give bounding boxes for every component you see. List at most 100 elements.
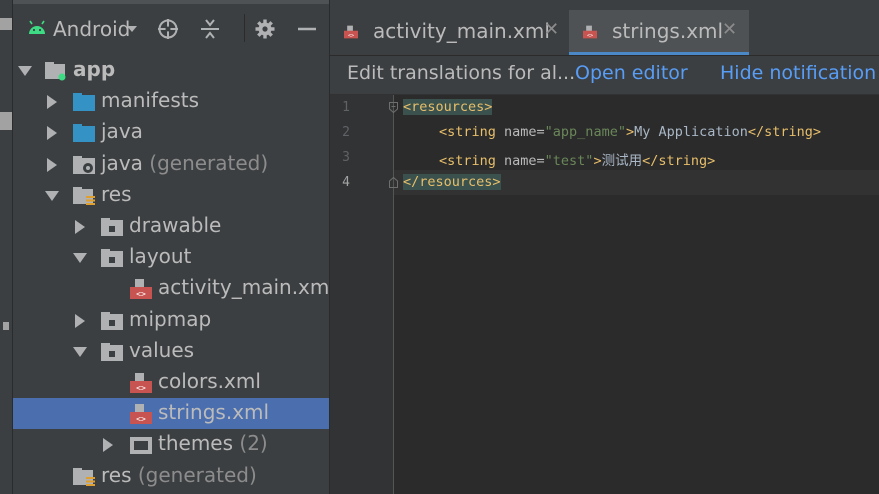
- generated-folder-icon: [73, 155, 95, 174]
- tab-strings[interactable]: <> strings.xml ✕: [569, 10, 749, 55]
- expanded-arrow-icon[interactable]: [73, 345, 87, 359]
- tree-item-name: values: [129, 337, 195, 362]
- tree-item[interactable]: java: [13, 117, 329, 148]
- fold-marker-icon[interactable]: [389, 177, 398, 188]
- minimize-icon[interactable]: [296, 18, 318, 40]
- tree-item[interactable]: <> activity_main.xml: [13, 273, 335, 304]
- code-editor[interactable]: 1 2 3 4 <resources> <string name="app_na…: [330, 95, 879, 494]
- chevron-down-icon[interactable]: [127, 24, 137, 34]
- package-folder-icon: [101, 218, 123, 236]
- collapsed-arrow-icon[interactable]: [45, 126, 59, 141]
- xml-attribute-value: "app_name": [544, 124, 626, 140]
- package-folder-icon: [101, 249, 123, 268]
- tree-item[interactable]: layout: [13, 242, 329, 273]
- tree-item[interactable]: java (generated): [13, 149, 329, 180]
- translation-notification: Edit translations for al... Open editor …: [330, 55, 879, 95]
- tree-item-label: manifests: [101, 88, 199, 112]
- xml-tag: <string: [439, 153, 505, 169]
- toolbar-separator: [244, 14, 245, 42]
- tree-item-label: themes (2): [158, 431, 268, 455]
- tree-item[interactable]: themes (2): [13, 429, 329, 460]
- line-number: 3: [342, 150, 350, 165]
- svg-text:<>: <>: [587, 33, 593, 39]
- collapse-all-icon[interactable]: [199, 18, 221, 40]
- tree-item-suffix: (2): [233, 431, 268, 456]
- hide-notification-link[interactable]: Hide notification: [720, 62, 876, 84]
- collapsed-arrow-icon[interactable]: [45, 157, 59, 172]
- project-view-selector[interactable]: Android: [53, 17, 130, 41]
- tree-item[interactable]: app: [13, 55, 329, 86]
- tree-item-name: strings.xml: [158, 400, 270, 425]
- xml-file-icon: <>: [344, 25, 358, 39]
- tree-item[interactable]: res (generated): [13, 461, 329, 492]
- package-folder-icon: [101, 342, 123, 361]
- resource-manager-tool-tab[interactable]: [3, 322, 9, 330]
- open-editor-link[interactable]: Open editor: [575, 62, 688, 84]
- line-number: 4: [342, 175, 350, 190]
- close-icon[interactable]: ✕: [544, 19, 559, 40]
- tree-item-label: values: [129, 338, 194, 362]
- gear-icon[interactable]: [254, 18, 276, 40]
- xml-tag: >: [625, 124, 635, 140]
- collapsed-arrow-icon[interactable]: [73, 220, 87, 234]
- toolbar-top-border: [13, 0, 329, 4]
- editor-tab-bar: <> activity_main.xml ✕ <> strings.xml ✕: [330, 0, 879, 55]
- tree-item-label: res (generated): [101, 463, 257, 487]
- project-tool-tab[interactable]: [0, 112, 12, 130]
- svg-text:<>: <>: [136, 290, 146, 299]
- fold-marker-icon[interactable]: [389, 102, 398, 113]
- android-icon: [29, 20, 45, 34]
- collapsed-arrow-icon[interactable]: [73, 313, 87, 328]
- expanded-arrow-icon[interactable]: [73, 251, 87, 265]
- expanded-arrow-icon[interactable]: [45, 189, 59, 203]
- tree-item[interactable]: drawable: [13, 211, 329, 242]
- collapsed-arrow-icon[interactable]: [101, 438, 115, 453]
- project-tool-window-icon[interactable]: [0, 18, 12, 30]
- folder-icon: [73, 93, 95, 112]
- crosshair-icon[interactable]: [157, 18, 179, 40]
- tab-activity-main[interactable]: <> activity_main.xml ✕: [330, 10, 568, 55]
- tree-item-label: strings.xml: [158, 400, 269, 424]
- editor-area: <> activity_main.xml ✕ <> strings.xml ✕ …: [330, 0, 879, 494]
- project-pane: Android app manifests java java (generat…: [13, 0, 335, 494]
- line-number: 1: [342, 100, 350, 115]
- left-tool-strip[interactable]: [0, 0, 13, 494]
- tree-item[interactable]: values: [13, 336, 329, 367]
- xml-tag: <string: [439, 124, 505, 140]
- tree-item-label: mipmap: [129, 307, 211, 331]
- svg-text:<>: <>: [348, 33, 354, 39]
- code-line-3: <string name="test">测试用</string>: [439, 149, 715, 169]
- tree-item-name: java: [101, 150, 143, 175]
- tree-item[interactable]: mipmap: [13, 305, 329, 336]
- xml-file-icon: <>: [583, 25, 597, 39]
- tree-item-name: mipmap: [129, 306, 212, 331]
- svg-text:<>: <>: [136, 384, 146, 393]
- xml-file-icon: <>: [130, 404, 152, 425]
- xml-tag: <resources>: [403, 99, 493, 115]
- tree-item-label: java (generated): [101, 151, 268, 175]
- collapsed-arrow-icon[interactable]: [45, 95, 59, 110]
- tree-item-name: drawable: [129, 213, 222, 237]
- tab-label: strings.xml: [612, 19, 724, 43]
- tree-item-name: themes: [158, 431, 234, 456]
- tree-item-name: res: [101, 181, 132, 206]
- tree-item[interactable]: res: [13, 180, 329, 211]
- xml-attribute: name=: [504, 153, 545, 169]
- xml-tag: >: [593, 153, 602, 169]
- tree-item-name: app: [73, 57, 116, 81]
- tree-item[interactable]: <> colors.xml: [13, 367, 329, 398]
- tree-item-label: res: [101, 182, 132, 206]
- xml-tag: </resources>: [403, 174, 501, 190]
- expanded-arrow-icon[interactable]: [18, 64, 32, 78]
- notification-text: Edit translations for al...: [347, 62, 576, 84]
- svg-text:<>: <>: [136, 415, 146, 424]
- close-icon[interactable]: ✕: [722, 19, 737, 40]
- tab-label: activity_main.xml: [373, 19, 550, 43]
- tree-item-label: activity_main.xml: [158, 275, 335, 299]
- tree-item-label: colors.xml: [158, 369, 261, 393]
- tree-item[interactable]: <> strings.xml: [13, 398, 329, 430]
- xml-file-icon: <>: [130, 373, 152, 393]
- tree-item[interactable]: manifests: [13, 86, 329, 117]
- tree-item-name: layout: [129, 244, 192, 269]
- folder-icon: [73, 124, 95, 143]
